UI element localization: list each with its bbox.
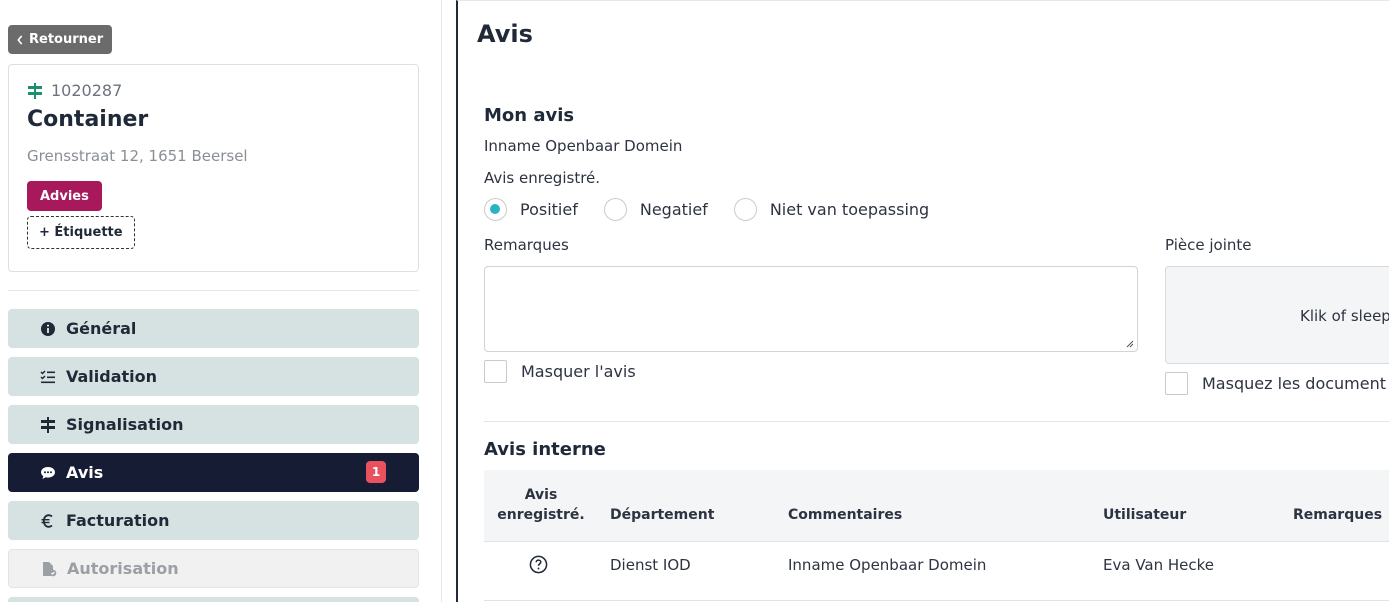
radio-label: Negatief — [639, 200, 708, 219]
radio-positief[interactable]: Positief — [484, 198, 578, 221]
section-divider — [484, 421, 1389, 422]
tag-advies[interactable]: Advies — [27, 181, 102, 211]
sidebar-item-autorisation: Autorisation — [8, 549, 419, 588]
opinion-status-label: Avis enregistré. — [484, 169, 601, 187]
sidebar-item-label: Autorisation — [67, 559, 179, 578]
sidebar-item-label: Facturation — [66, 511, 170, 530]
internal-opinion-title: Avis interne — [484, 439, 606, 460]
chevron-left-icon — [17, 34, 23, 45]
attachment-label: Pièce jointe — [1165, 236, 1252, 254]
dossier-id: 1020287 — [51, 81, 123, 100]
table-row — [484, 600, 1389, 601]
question-circle-icon — [529, 555, 548, 574]
sidebar-item-label: Général — [66, 319, 137, 338]
dossier-id-row: 1020287 — [27, 81, 122, 100]
info-icon — [41, 321, 55, 336]
dossier-card: 1020287 Container Grensstraat 12, 1651 B… — [8, 64, 419, 272]
sidebar-item-label: Signalisation — [66, 415, 184, 434]
radio-niet-van-toepassing[interactable]: Niet van toepassing — [733, 198, 930, 221]
hide-opinion-checkbox[interactable] — [484, 360, 507, 383]
sidebar-item-label: Validation — [66, 367, 158, 386]
radio-negatief[interactable]: Negatief — [603, 198, 708, 221]
opinion-radio-group: Positief Negatief Niet van toepassing — [484, 198, 955, 221]
euro-icon — [41, 513, 53, 528]
cell-comment: Inname Openbaar Domein — [788, 556, 987, 574]
sidebar-item-label: Avis — [66, 463, 104, 482]
table-header — [484, 470, 1389, 542]
radio-label: Positief — [520, 200, 578, 219]
sidebar-item-facturation[interactable]: Facturation — [8, 501, 419, 540]
cell-user: Eva Van Hecke — [1103, 556, 1215, 574]
file-dropzone[interactable]: Klik of sleep — [1165, 266, 1389, 364]
dossier-title: Container — [27, 107, 149, 132]
sidebar-item-partial[interactable] — [8, 597, 419, 602]
hide-documents-checkbox[interactable] — [1165, 372, 1188, 395]
dossier-address: Grensstraat 12, 1651 Beersel — [27, 147, 248, 165]
remarks-label: Remarques — [484, 236, 569, 254]
app-root: Retourner 1020287 Container Grensstraat … — [0, 0, 1389, 602]
sidebar-item-general[interactable]: Général — [8, 309, 419, 348]
sidebar-item-avis[interactable]: Avis 1 — [8, 453, 419, 492]
column-header-status[interactable]: Avis enregistré. — [486, 485, 596, 525]
sidebar: Retourner 1020287 Container Grensstraat … — [0, 0, 442, 602]
signpost-icon — [41, 416, 55, 433]
column-header-department[interactable]: Département — [610, 507, 714, 523]
sidebar-item-signalisation[interactable]: Signalisation — [8, 405, 419, 444]
remarks-textarea[interactable] — [484, 266, 1138, 352]
sidebar-item-validation[interactable]: Validation — [8, 357, 419, 396]
column-header-user[interactable]: Utilisateur — [1103, 507, 1186, 523]
hide-opinion-label: Masquer l'avis — [521, 362, 636, 381]
document-check-icon — [43, 561, 57, 576]
resize-grip-icon[interactable] — [1126, 340, 1134, 348]
radio-circle[interactable] — [603, 198, 627, 221]
chat-icon — [41, 466, 55, 479]
dropzone-text: Klik of sleep — [1300, 307, 1389, 325]
radio-circle[interactable] — [484, 198, 507, 221]
hide-documents-checkbox-row[interactable]: Masquez les document — [1165, 372, 1386, 395]
page-title: Avis — [477, 20, 533, 48]
add-tag-button[interactable]: + Étiquette — [27, 216, 135, 249]
back-button[interactable]: Retourner — [8, 25, 113, 54]
back-button-label: Retourner — [29, 32, 104, 47]
opinion-subject: Inname Openbaar Domein — [484, 137, 683, 155]
cell-department: Dienst IOD — [610, 556, 691, 574]
hide-documents-label: Masquez les document — [1202, 374, 1387, 393]
my-opinion-title: Mon avis — [484, 105, 575, 126]
radio-label: Niet van toepassing — [769, 200, 930, 219]
signpost-icon — [28, 82, 42, 99]
hide-opinion-checkbox-row[interactable]: Masquer l'avis — [484, 360, 636, 383]
notification-badge: 1 — [366, 461, 386, 483]
column-header-comments[interactable]: Commentaires — [788, 507, 902, 523]
radio-circle[interactable] — [733, 198, 757, 221]
sidebar-divider — [8, 290, 419, 291]
column-header-remarks[interactable]: Remarques — [1293, 507, 1382, 523]
main-content: Avis Mon avis Inname Openbaar Domein Avi… — [456, 0, 1389, 602]
checklist-icon — [40, 369, 55, 383]
